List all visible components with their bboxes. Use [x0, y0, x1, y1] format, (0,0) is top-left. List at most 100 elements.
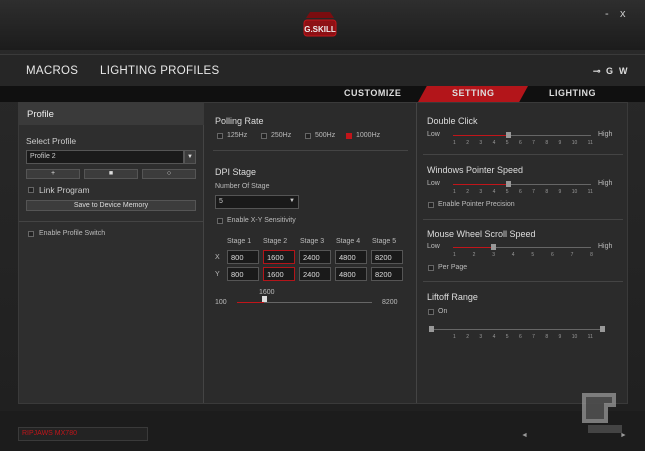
divider	[423, 281, 623, 282]
dpi-y-stage-4[interactable]: 4800	[335, 267, 367, 281]
pointer-speed-handle[interactable]	[506, 181, 511, 187]
scroll-speed-high: High	[598, 243, 613, 250]
link-program-label: Link Program	[39, 185, 90, 195]
link-program-checkbox[interactable]	[28, 187, 34, 193]
liftoff-ticks: 1 2 3 4 5 6 7 8 9 10 11	[453, 334, 593, 340]
save-to-memory-button[interactable]: Save to Device Memory	[26, 200, 196, 211]
prev-device-icon[interactable]: ◄	[521, 432, 528, 439]
nav-g-button[interactable]: G	[606, 66, 613, 76]
gskill-logo: G.SKILL	[303, 12, 337, 37]
minimize-icon[interactable]: -	[605, 8, 609, 20]
pointer-speed-ticks: 1 2 3 4 5 6 7 8 9 10 11	[453, 189, 593, 195]
number-of-stage-select[interactable]: 5 ▼	[215, 195, 299, 209]
stage-1-label: Stage 1	[227, 238, 252, 245]
key-icon[interactable]: ⊸	[593, 66, 601, 77]
double-click-low: Low	[427, 131, 440, 138]
polling-250-radio[interactable]	[261, 133, 267, 139]
scroll-speed-fill	[453, 247, 493, 248]
pointer-speed-low: Low	[427, 180, 440, 187]
scroll-speed-low: Low	[427, 243, 440, 250]
polling-125-radio[interactable]	[217, 133, 223, 139]
select-profile-label: Select Profile	[26, 136, 77, 146]
liftoff-on-checkbox[interactable]	[428, 309, 434, 315]
dpi-x-stage-3[interactable]: 2400	[299, 250, 331, 264]
polling-1000-radio[interactable]	[346, 133, 352, 139]
chevron-down-icon[interactable]: ▼	[184, 150, 196, 164]
stage-2-label: Stage 2	[263, 238, 288, 245]
liftoff-range-title: Liftoff Range	[427, 292, 478, 302]
dpi-x-stage-4[interactable]: 4800	[335, 250, 367, 264]
dpi-y-stage-2[interactable]: 1600	[263, 267, 295, 281]
x-axis-label: X	[215, 254, 220, 261]
pointer-precision-checkbox[interactable]	[428, 202, 434, 208]
divider	[19, 221, 204, 222]
enable-profile-switch-label: Enable Profile Switch	[39, 230, 106, 237]
main-nav: MACROS LIGHTING PROFILES ⊸ G W	[0, 54, 645, 86]
tab-customize[interactable]: CUSTOMIZE	[344, 88, 401, 98]
profile-panel: Profile Select Profile Profile 2 ▼ + ■ ○…	[19, 103, 204, 403]
double-click-fill	[453, 135, 508, 136]
liftoff-handle-right[interactable]	[600, 326, 605, 332]
pointer-speed-title: Windows Pointer Speed	[427, 165, 524, 175]
dpi-slider-max: 8200	[382, 299, 398, 306]
liftoff-on-label: On	[438, 308, 448, 315]
enable-profile-switch-checkbox[interactable]	[28, 231, 34, 237]
enable-xy-label: Enable X-Y Sensitivity	[227, 217, 296, 224]
close-icon[interactable]: x	[620, 8, 626, 20]
dpi-x-stage-5[interactable]: 8200	[371, 250, 403, 264]
dpi-x-stage-2[interactable]: 1600	[263, 250, 295, 264]
polling-1000-label: 1000Hz	[356, 132, 381, 139]
polling-500-radio[interactable]	[305, 133, 311, 139]
polling-rate-title: Polling Rate	[215, 116, 264, 126]
double-click-high: High	[598, 131, 613, 138]
profile-header: Profile	[19, 103, 204, 125]
dpi-y-stage-5[interactable]: 8200	[371, 267, 403, 281]
pointer-speed-fill	[453, 184, 508, 185]
watermark-logo-icon	[582, 393, 622, 433]
nav-lighting-profiles[interactable]: LIGHTING PROFILES	[100, 65, 219, 77]
tab-setting[interactable]: SETTING	[452, 88, 495, 98]
logo-text: G.SKILL	[304, 25, 336, 34]
per-page-checkbox[interactable]	[428, 265, 434, 271]
add-profile-button[interactable]: +	[26, 169, 80, 179]
liftoff-handle-left[interactable]	[429, 326, 434, 332]
double-click-ticks: 1 2 3 4 5 6 7 8 9 10 11	[453, 140, 593, 146]
double-click-handle[interactable]	[506, 132, 511, 138]
liftoff-slider[interactable]	[433, 329, 601, 330]
title-bar: G.SKILL - x	[0, 0, 645, 50]
polling-125-label: 125Hz	[227, 132, 248, 139]
chevron-down-icon: ▼	[289, 198, 295, 204]
nav-macros[interactable]: MACROS	[26, 65, 78, 77]
dpi-y-stage-1[interactable]: 800	[227, 267, 259, 281]
dpi-stage-title: DPI Stage	[215, 167, 257, 177]
tab-bar: CUSTOMIZE SETTING LIGHTING	[0, 86, 645, 102]
device-model: RIPJAWS MX780	[18, 427, 148, 441]
app-window: G.SKILL - x MACROS LIGHTING PROFILES ⊸ G…	[0, 0, 645, 451]
nav-w-button[interactable]: W	[619, 66, 628, 76]
delete-profile-button[interactable]: ■	[84, 169, 138, 179]
dpi-slider-handle[interactable]	[262, 296, 267, 302]
pointer-speed-high: High	[598, 180, 613, 187]
divider	[213, 150, 408, 151]
scroll-speed-title: Mouse Wheel Scroll Speed	[427, 229, 536, 239]
pointer-precision-label: Enable Pointer Precision	[438, 201, 515, 208]
per-page-label: Per Page	[438, 264, 468, 271]
scroll-speed-handle[interactable]	[491, 244, 496, 250]
dpi-y-stage-3[interactable]: 2400	[299, 267, 331, 281]
polling-250-label: 250Hz	[271, 132, 292, 139]
divider	[423, 219, 623, 220]
double-click-title: Double Click	[427, 116, 478, 126]
scroll-speed-ticks: 12345678	[453, 252, 593, 258]
polling-500-label: 500Hz	[315, 132, 336, 139]
profile-select-value: Profile 2	[30, 153, 56, 160]
enable-xy-checkbox[interactable]	[217, 218, 223, 224]
dpi-x-stage-1[interactable]: 800	[227, 250, 259, 264]
number-of-stage-label: Number Of Stage	[215, 183, 270, 190]
stage-4-label: Stage 4	[336, 238, 361, 245]
reset-profile-button[interactable]: ○	[142, 169, 196, 179]
profile-select[interactable]: Profile 2	[26, 150, 184, 164]
divider	[423, 154, 623, 155]
middle-panel: Polling Rate 125Hz 250Hz 500Hz 1000Hz DP…	[205, 103, 415, 403]
stage-5-label: Stage 5	[372, 238, 397, 245]
tab-lighting[interactable]: LIGHTING	[549, 88, 596, 98]
